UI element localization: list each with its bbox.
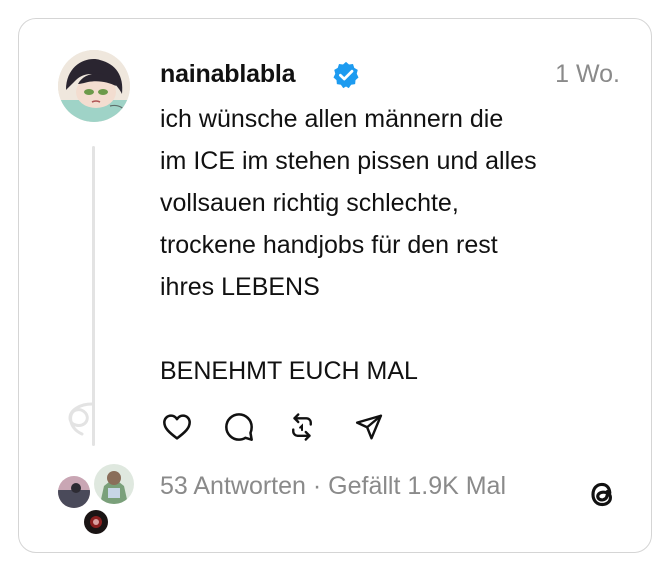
replies-count-link[interactable]: 53 Antworten (160, 472, 306, 500)
stats-separator: · (305, 472, 329, 500)
thread-loop-icon (68, 402, 94, 436)
username[interactable]: nainablabla (160, 60, 296, 89)
heart-icon (163, 414, 191, 440)
avatar-illustration (58, 50, 130, 122)
repost-button[interactable] (285, 410, 319, 444)
send-paper-plane-icon (355, 414, 383, 440)
avatar-illustration (94, 464, 134, 504)
avatar-photo (58, 476, 90, 508)
post-text-line: ich wünsche allen männern die (160, 105, 504, 133)
post-text-line: BENEHMT EUCH MAL (160, 357, 418, 385)
likes-count-link[interactable]: Gefällt 1.9K Mal (328, 472, 506, 500)
post-stats: 53 Antworten · Gefällt 1.9K Mal (160, 472, 506, 501)
avatar (92, 462, 136, 506)
avatar[interactable] (58, 50, 130, 122)
post-text-line: trockene handjobs für den rest (160, 231, 498, 259)
share-button[interactable] (352, 410, 386, 444)
like-button[interactable] (160, 410, 194, 444)
replier-avatars[interactable] (56, 462, 136, 536)
repost-arrows-icon (292, 413, 312, 441)
post-text-line: im ICE im stehen pissen und alles (160, 147, 537, 175)
post-text-line: vollsauen richtig schlechte, (160, 189, 459, 217)
avatar (56, 474, 92, 510)
avatar-photo (84, 510, 108, 534)
post-body: ich wünsche allen männern die im ICE im … (160, 98, 630, 392)
threads-logo-icon[interactable] (584, 476, 620, 512)
verified-badge-icon (333, 61, 359, 89)
comment-bubble-icon (225, 413, 253, 441)
reply-button[interactable] (222, 410, 256, 444)
avatar (82, 508, 110, 536)
timestamp[interactable]: 1 Wo. (555, 60, 620, 89)
post-text-line: ihres LEBENS (160, 273, 320, 301)
